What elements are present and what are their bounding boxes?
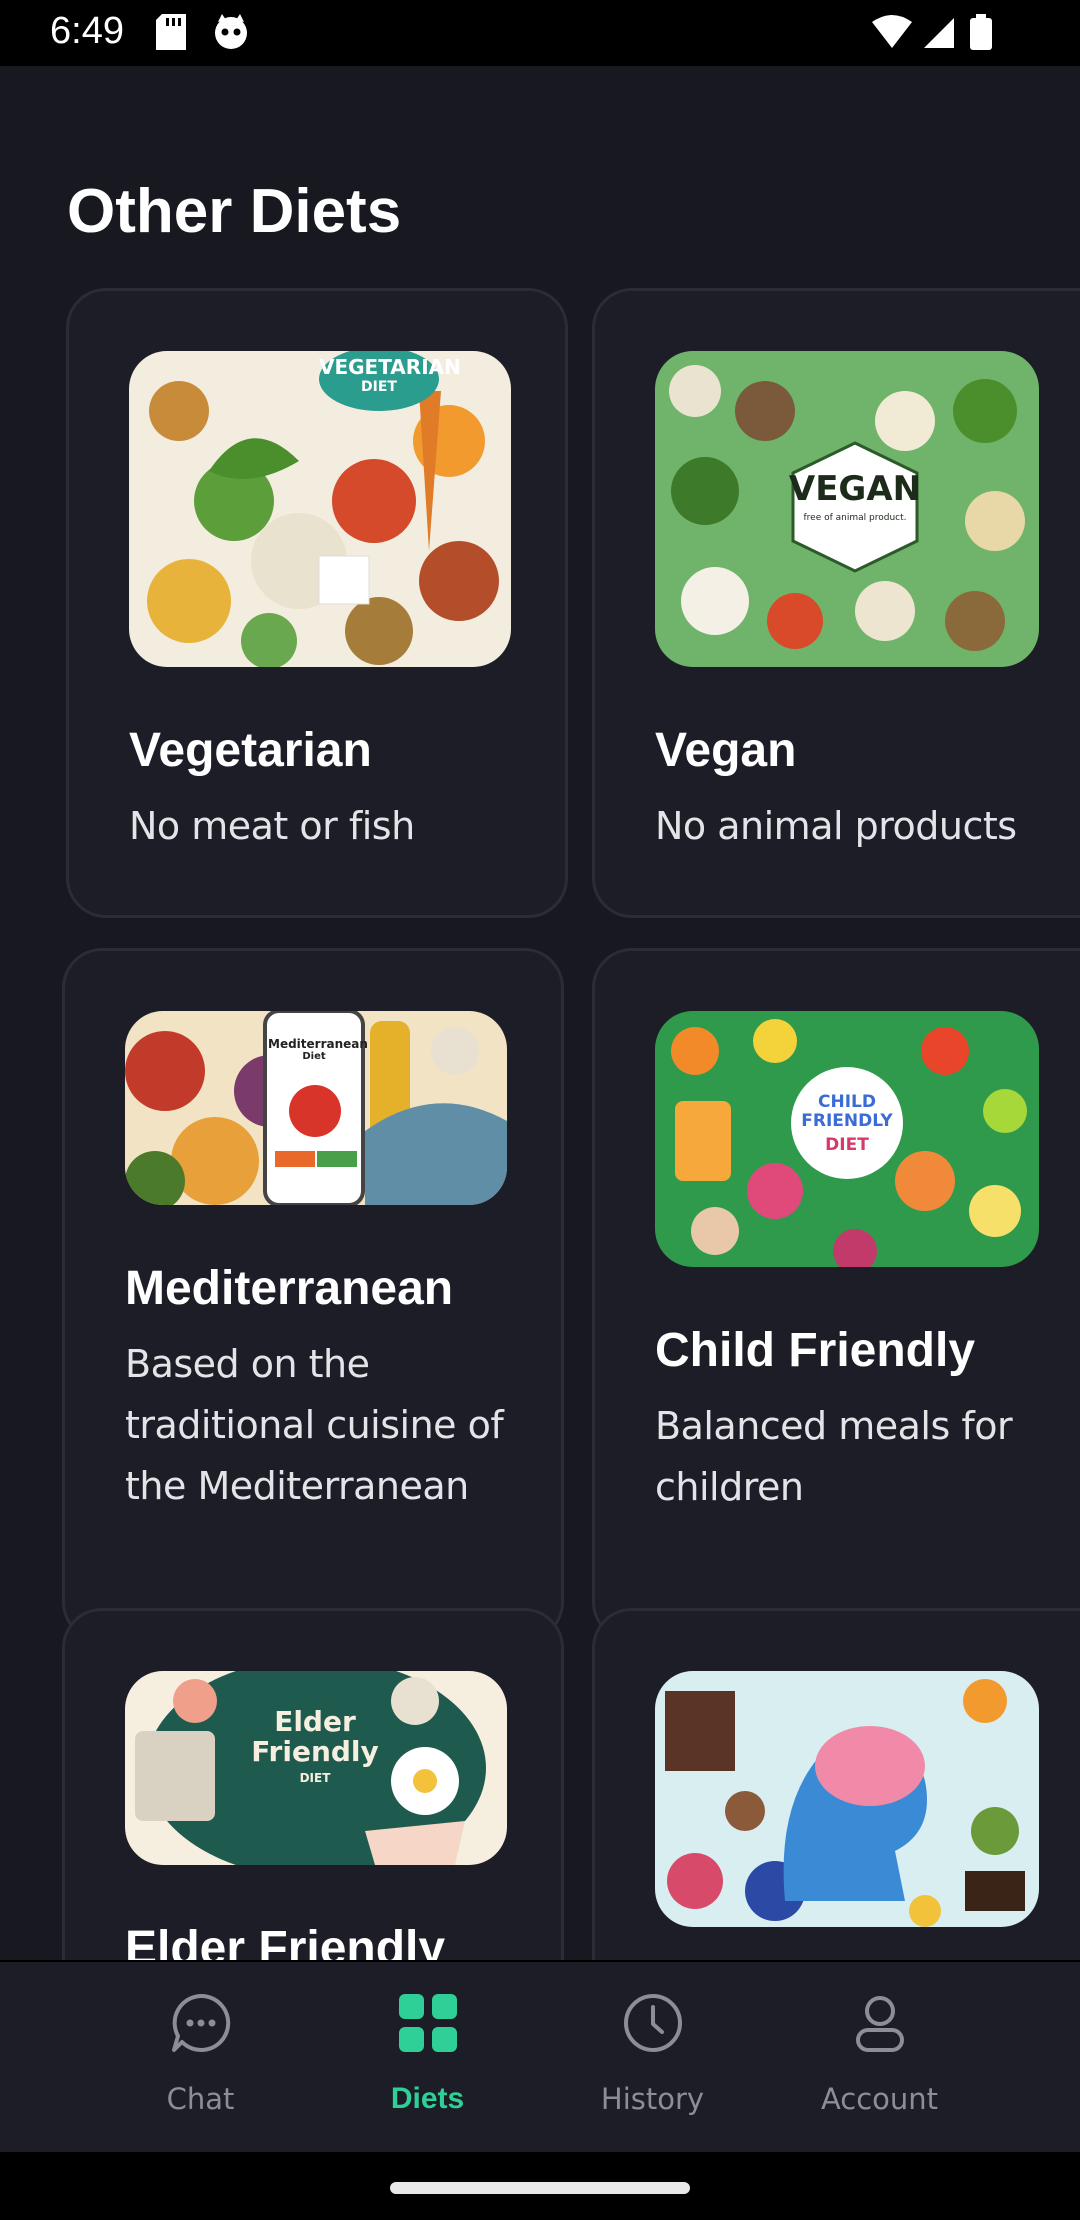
diet-description: Balanced meals for children xyxy=(655,1404,1013,1509)
page-title: Other Diets xyxy=(67,177,402,246)
diet-card-vegetarian[interactable]: VEGETARIAN DIET Vegetarian No meat or fi… xyxy=(66,288,568,918)
diet-image-child-friendly: CHILD FRIENDLY DIET xyxy=(655,1011,1039,1267)
image-sublabel: DIET xyxy=(361,379,397,395)
image-label: Mediterranean xyxy=(268,1037,368,1051)
diet-title: Child Friendly xyxy=(655,1324,976,1377)
diet-image-elder-friendly: Elder Friendly DIET xyxy=(125,1671,507,1865)
image-label: CHILD FRIENDLY xyxy=(801,1092,893,1131)
nav-item-account[interactable]: Account xyxy=(767,1962,992,2152)
status-right-icons xyxy=(872,14,1002,57)
bottom-navigation: Chat Diets History Account xyxy=(0,1962,1080,2152)
system-gesture-bar xyxy=(0,2152,1080,2220)
grid-icon xyxy=(399,1994,457,2052)
nav-label-chat: Chat xyxy=(166,2082,235,2116)
diets-screen[interactable]: Other Diets VEGETARIAN DIET Vegetarian N… xyxy=(0,66,1080,1960)
diet-description: No animal products xyxy=(655,804,1017,848)
status-bar: 6:49 xyxy=(0,0,1080,66)
diet-description: Based on the traditional cuisine of the … xyxy=(125,1342,504,1508)
nav-item-diets[interactable]: Diets xyxy=(315,1962,540,2152)
diet-card-vegan[interactable]: VEGAN free of animal product. Vegan No a… xyxy=(592,288,1080,918)
diet-image-mediterranean: Mediterranean Diet xyxy=(125,1011,507,1205)
diet-title: Vegetarian xyxy=(129,724,372,777)
home-gesture-handle[interactable] xyxy=(390,2182,690,2194)
diet-card-child-friendly[interactable]: CHILD FRIENDLY DIET Child Friendly Balan… xyxy=(592,948,1080,1642)
diet-card-brain[interactable] xyxy=(592,1608,1080,1960)
diet-title: Mediterranean xyxy=(125,1262,454,1315)
diet-title: Elder Friendly xyxy=(125,1922,446,1960)
nav-item-history[interactable]: History xyxy=(540,1962,765,2152)
person-icon xyxy=(856,1996,904,2052)
image-label: Elder Friendly xyxy=(251,1705,379,1768)
nav-label-history: History xyxy=(600,2082,705,2116)
image-sublabel: Diet xyxy=(302,1051,326,1062)
chat-bubble-icon xyxy=(172,1993,231,2052)
nav-item-chat[interactable]: Chat xyxy=(88,1962,313,2152)
app-notification-icon xyxy=(212,14,250,55)
image-sublabel: DIET xyxy=(299,1771,331,1785)
diet-card-elder-friendly[interactable]: Elder Friendly DIET Elder Friendly xyxy=(62,1608,564,1960)
nav-label-account: Account xyxy=(820,2082,939,2116)
diet-title: Vegan xyxy=(655,724,797,777)
diet-card-mediterranean[interactable]: Mediterranean Diet Mediterranean Based o… xyxy=(62,948,564,1642)
status-time: 6:49 xyxy=(50,10,124,52)
diet-image-vegetarian: VEGETARIAN DIET xyxy=(129,351,511,667)
diet-description: No meat or fish xyxy=(129,804,415,848)
image-sublabel: DIET xyxy=(825,1135,869,1155)
nav-label-diets: Diets xyxy=(390,2082,465,2115)
wifi-icon xyxy=(872,14,992,50)
clock-icon xyxy=(624,1994,682,2052)
image-sublabel: free of animal product. xyxy=(803,513,907,523)
image-label: VEGETARIAN xyxy=(319,355,461,379)
diet-image-vegan: VEGAN free of animal product. xyxy=(655,351,1039,667)
image-label: VEGAN xyxy=(788,469,922,509)
sd-card-icon xyxy=(156,14,186,55)
diet-image-brain xyxy=(655,1671,1039,1927)
